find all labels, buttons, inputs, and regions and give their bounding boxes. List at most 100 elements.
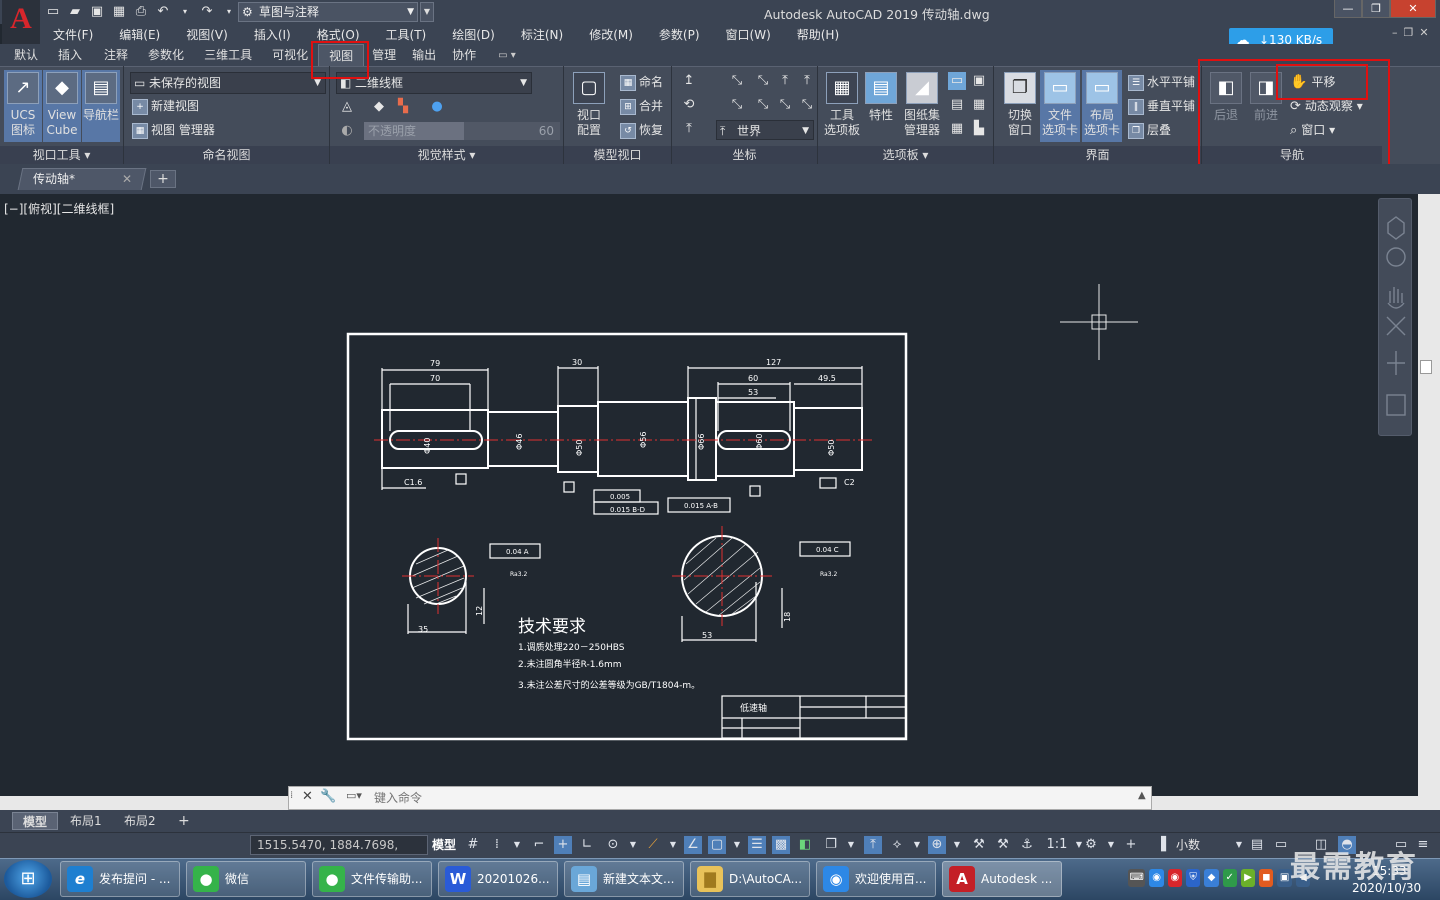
add-layout-icon[interactable]: + [168, 812, 200, 830]
save-icon[interactable]: ▣ [88, 3, 106, 21]
tab-collaborate[interactable]: 协作 [444, 44, 484, 66]
selection-filter-icon[interactable]: ⟡ [888, 836, 906, 854]
taskbar-item-wps[interactable]: W 20201026... [438, 861, 558, 897]
edge-style-icon[interactable]: ◬ [338, 98, 356, 116]
tool-palettes-button[interactable]: ▦ 工具 选项板 [822, 70, 862, 142]
redo-dropdown-icon[interactable]: ▾ [220, 3, 238, 21]
ucs-rotate-icon[interactable]: ⤡ [798, 96, 816, 114]
viewport-restore-button[interactable]: ↺ 恢复 [620, 120, 663, 140]
lighting-icon[interactable]: ● [428, 98, 446, 116]
app-tray-icon[interactable]: ◼ [1259, 869, 1274, 887]
ucs-named-icon[interactable]: ⟲ [680, 96, 698, 114]
new-tab-button[interactable]: + [150, 170, 176, 188]
tab-default[interactable]: 默认 [6, 44, 46, 66]
ucs-x-icon[interactable]: ⤡ [754, 72, 772, 90]
tile-horizontal-button[interactable]: ☰ 水平平铺 [1128, 72, 1195, 92]
menu-tools[interactable]: 工具(T) [373, 26, 440, 43]
tab-visualize[interactable]: 可视化 [262, 44, 318, 66]
application-menu-button[interactable]: A [2, 0, 40, 44]
switch-window-button[interactable]: ❐ 切换 窗口 [1000, 70, 1040, 142]
chevron-down-icon[interactable]: ▼ [948, 836, 966, 854]
taskbar-item-autocad[interactable]: A Autodesk ... [942, 861, 1062, 897]
chevron-down-icon[interactable]: ▼ [1230, 836, 1248, 854]
ucs-object-icon[interactable]: ⤡ [754, 96, 772, 114]
chevron-down-icon[interactable]: ▼ [624, 836, 642, 854]
command-input[interactable] [374, 788, 814, 808]
nvidia-icon[interactable]: ▶ [1240, 869, 1256, 887]
annotation-scale-value[interactable]: 1:1 [1042, 836, 1072, 854]
workspace-select[interactable]: ⚙ 草图与注释 ▼ [238, 2, 418, 22]
wrench-icon[interactable]: 🔧 [320, 789, 336, 804]
layout-tabs-button[interactable]: ▭ 布局 选项卡 [1082, 70, 1122, 142]
tab-output[interactable]: 输出 [404, 44, 444, 66]
sheetset-manager-button[interactable]: ◢ 图纸集 管理器 [902, 70, 942, 142]
start-button[interactable]: ⊞ [4, 860, 52, 898]
menu-file[interactable]: 文件(F) [40, 26, 106, 43]
opacity-slider[interactable]: 不透明度 [364, 122, 464, 140]
tab-layout2[interactable]: 布局2 [114, 812, 166, 830]
cube-tray-icon[interactable]: ◆ [1204, 869, 1219, 887]
viewcube-button[interactable]: ◆ View Cube [43, 70, 81, 142]
taskbar-item-explorer[interactable]: ▇ D:\AutoCA... [690, 861, 810, 897]
panel-title-visual-styles[interactable]: 视觉样式 ▾ [330, 146, 563, 164]
infer-constraints-icon[interactable]: ⌐ [530, 836, 548, 854]
viewport-controls[interactable]: [−][俯视][二维线框] [4, 200, 114, 217]
quick-properties-icon[interactable]: ▤ [1248, 836, 1266, 854]
menu-edit[interactable]: 编辑(E) [106, 26, 173, 43]
navbar-button[interactable]: ▤ 导航栏 [82, 70, 120, 142]
taskbar-item-ie[interactable]: e 发布提问 - ... [60, 861, 180, 897]
named-view-select[interactable]: ▭ 未保存的视图 ▼ [130, 72, 326, 94]
close-button[interactable]: ✕ [1390, 0, 1436, 18]
menu-window[interactable]: 窗口(W) [713, 26, 784, 43]
tab-3d-tools[interactable]: 三维工具 [194, 44, 262, 66]
chevron-down-icon[interactable]: ▼ [1102, 836, 1120, 854]
close-icon[interactable]: ✕ [302, 789, 313, 804]
document-window-controls[interactable]: –❐✕ [1392, 26, 1435, 39]
open-folder-icon[interactable]: ▰ [66, 3, 84, 21]
object-snap-tracking-icon[interactable]: ∠ [684, 836, 702, 854]
ucs-z-icon[interactable]: ⤒ [798, 72, 816, 90]
auto-scale-icon[interactable]: ⚒ [994, 836, 1012, 854]
viewport-name-button[interactable]: ▦ 命名 [620, 72, 663, 92]
annotation-scale-icon[interactable]: ⚓ [1018, 836, 1036, 854]
menu-insert[interactable]: 插入(I) [241, 26, 304, 43]
isodraft-icon[interactable]: ⟋ [644, 836, 662, 854]
save-as-icon[interactable]: ▦ [110, 3, 128, 21]
tile-vertical-button[interactable]: ‖ 垂直平铺 [1128, 96, 1195, 116]
chevron-down-icon[interactable]: ▼ [508, 836, 526, 854]
menu-help[interactable]: 帮助(H) [784, 26, 852, 43]
properties-button[interactable]: ▤ 特性 [864, 70, 898, 142]
ucs-world-icon[interactable]: ⤒ [680, 120, 698, 138]
viewport-config-button[interactable]: ▢ 视口 配置 [568, 70, 610, 142]
tab-insert[interactable]: 插入 [46, 44, 94, 66]
lineweight-icon[interactable]: ☰ [748, 836, 766, 854]
ortho-icon[interactable]: ∟ [578, 836, 596, 854]
undo-dropdown-icon[interactable]: ▾ [176, 3, 194, 21]
ribbon-minimize-icon[interactable]: ▭ ▾ [484, 50, 516, 61]
annotation-visibility-icon[interactable]: ⚒ [970, 836, 988, 854]
weibo-icon[interactable]: ◉ [1167, 869, 1183, 887]
3d-osnap-icon[interactable]: ❐ [822, 836, 840, 854]
tab-model[interactable]: 模型 [12, 812, 59, 830]
gizmo-icon[interactable]: ⊕ [928, 836, 946, 854]
snap-icon[interactable]: ⁞ [488, 836, 506, 854]
opacity-toggle-icon[interactable]: ◐ [338, 122, 356, 140]
undo-icon[interactable]: ↶ [154, 3, 172, 21]
vertical-scrollbar[interactable] [1418, 194, 1440, 796]
design-center-icon[interactable]: ▣ [970, 72, 988, 90]
redo-icon[interactable]: ↷ [198, 3, 216, 21]
chevron-down-icon[interactable]: ▼ [842, 836, 860, 854]
menu-modify[interactable]: 修改(M) [576, 26, 646, 43]
workspace-gear-icon[interactable]: ⚙ [1082, 836, 1100, 854]
coordinates-readout[interactable]: 1515.5470, 1884.7698, 0.0000 [250, 835, 428, 870]
taskbar-item-wechat[interactable]: ● 微信 [186, 861, 306, 897]
dbconnect-icon[interactable]: ▦ [948, 120, 966, 138]
tab-annotate[interactable]: 注释 [94, 44, 138, 66]
qat-customize-button[interactable]: ▼ [420, 2, 434, 22]
polar-tracking-icon[interactable]: ⊙ [604, 836, 622, 854]
baidu-tray-icon[interactable]: ◉ [1149, 869, 1164, 887]
new-file-icon[interactable]: ▭ [44, 3, 62, 21]
units-icon[interactable]: ▐ [1152, 836, 1170, 854]
selection-cycling-icon[interactable]: ◧ [796, 836, 814, 854]
chevron-down-icon[interactable]: ▼ [908, 836, 926, 854]
